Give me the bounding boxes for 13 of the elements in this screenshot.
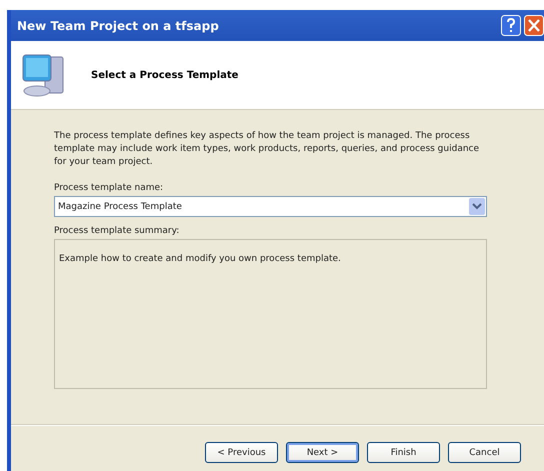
wizard-button[interactable]: Next > — [286, 442, 359, 463]
field-label: Process template name: — [54, 183, 164, 193]
wizard-button[interactable]: Cancel — [448, 442, 521, 463]
help-icon[interactable] — [501, 15, 521, 36]
close-icon[interactable] — [524, 15, 544, 36]
page-heading: Select a Process Template — [91, 70, 238, 80]
window-title: New Team Project on a tfsapp — [17, 18, 219, 32]
wizard-button[interactable]: < Previous — [205, 442, 278, 463]
field-label: Process template summary: — [54, 226, 180, 236]
summary-text: Example how to create and modify you own process template. — [59, 254, 341, 264]
wizard-button[interactable]: Finish — [367, 442, 440, 463]
description-text: The process template defines key aspects of how the team project is managed. The process template may include work item types, work products, reports, queries, and process guidance for your team project. — [54, 130, 480, 169]
template-dropdown[interactable]: Magazine Process Template — [54, 196, 487, 217]
